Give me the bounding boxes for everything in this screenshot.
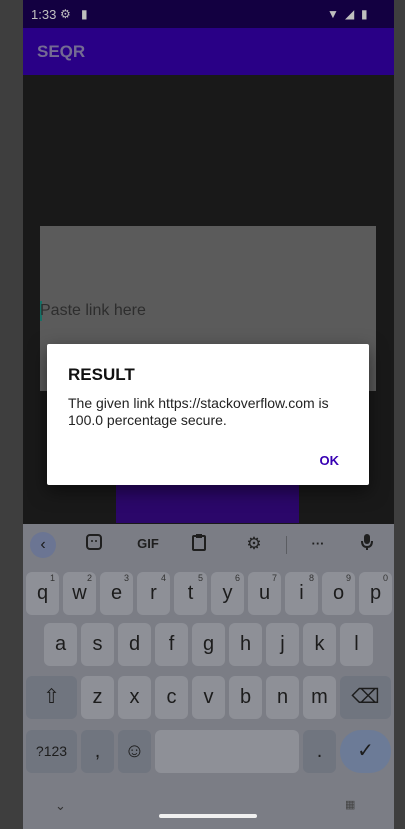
key-o[interactable]: 9o [322, 572, 355, 615]
key-g[interactable]: g [192, 623, 225, 666]
space-key[interactable] [155, 730, 299, 773]
result-dialog: RESULT The given link https://stackoverf… [47, 344, 369, 485]
backspace-icon: ⌫ [351, 686, 380, 708]
key-m[interactable]: m [303, 676, 336, 719]
keyboard: ‹ GIF ⚙ ··· 1q 2w 3e 4r 5t 6y 7u 8i 9o 0… [23, 524, 394, 829]
key-h[interactable]: h [229, 623, 262, 666]
symbols-key[interactable]: ?123 [26, 730, 77, 773]
hide-keyboard-icon[interactable]: ⌄ [55, 798, 66, 814]
key-s[interactable]: s [81, 623, 114, 666]
nav-bar: ⌄ ▦ [23, 792, 394, 829]
key-k[interactable]: k [303, 623, 336, 666]
dialog-title: RESULT [68, 365, 135, 384]
mic-icon[interactable] [360, 533, 382, 555]
shift-icon: ⇧ [43, 686, 60, 708]
key-c[interactable]: c [155, 676, 188, 719]
key-d[interactable]: d [118, 623, 151, 666]
key-e[interactable]: 3e [100, 572, 133, 615]
keyboard-switch-icon[interactable]: ▦ [345, 798, 355, 811]
key-x[interactable]: x [118, 676, 151, 719]
key-v[interactable]: v [192, 676, 225, 719]
keyboard-toolbar: ‹ GIF ⚙ ··· [23, 524, 394, 564]
key-r[interactable]: 4r [137, 572, 170, 615]
backspace-key[interactable]: ⌫ [340, 676, 391, 719]
home-handle[interactable] [159, 814, 257, 818]
toolbar-divider [286, 536, 287, 554]
more-icon[interactable]: ··· [307, 533, 329, 555]
emoji-key[interactable]: ☺ [118, 730, 151, 773]
settings-icon[interactable]: ⚙ [243, 533, 265, 555]
key-u[interactable]: 7u [248, 572, 281, 615]
emoji-icon: ☺ [124, 740, 145, 762]
key-t[interactable]: 5t [174, 572, 207, 615]
key-b[interactable]: b [229, 676, 262, 719]
key-q[interactable]: 1q [26, 572, 59, 615]
phone-screen: 1:33 ⚙ ▮ ▼ ◢ ▮ SEQR Paste link here RESU… [23, 0, 394, 829]
key-z[interactable]: z [81, 676, 114, 719]
key-j[interactable]: j [266, 623, 299, 666]
key-w[interactable]: 2w [63, 572, 96, 615]
back-icon[interactable]: ‹ [30, 532, 56, 558]
key-a[interactable]: a [44, 623, 77, 666]
gif-icon[interactable]: GIF [133, 533, 163, 555]
checkmark-icon: ✓ [357, 740, 374, 762]
key-y[interactable]: 6y [211, 572, 244, 615]
comma-key[interactable]: , [81, 730, 114, 773]
period-key[interactable]: . [303, 730, 336, 773]
ok-button[interactable]: OK [320, 453, 340, 468]
shift-key[interactable]: ⇧ [26, 676, 77, 719]
key-i[interactable]: 8i [285, 572, 318, 615]
enter-key[interactable]: ✓ [340, 730, 391, 773]
key-f[interactable]: f [155, 623, 188, 666]
key-l[interactable]: l [340, 623, 373, 666]
sticker-icon[interactable] [85, 533, 107, 555]
key-p[interactable]: 0p [359, 572, 392, 615]
key-n[interactable]: n [266, 676, 299, 719]
dialog-message: The given link https://stackoverflow.com… [68, 395, 329, 428]
clipboard-icon[interactable] [191, 533, 213, 555]
